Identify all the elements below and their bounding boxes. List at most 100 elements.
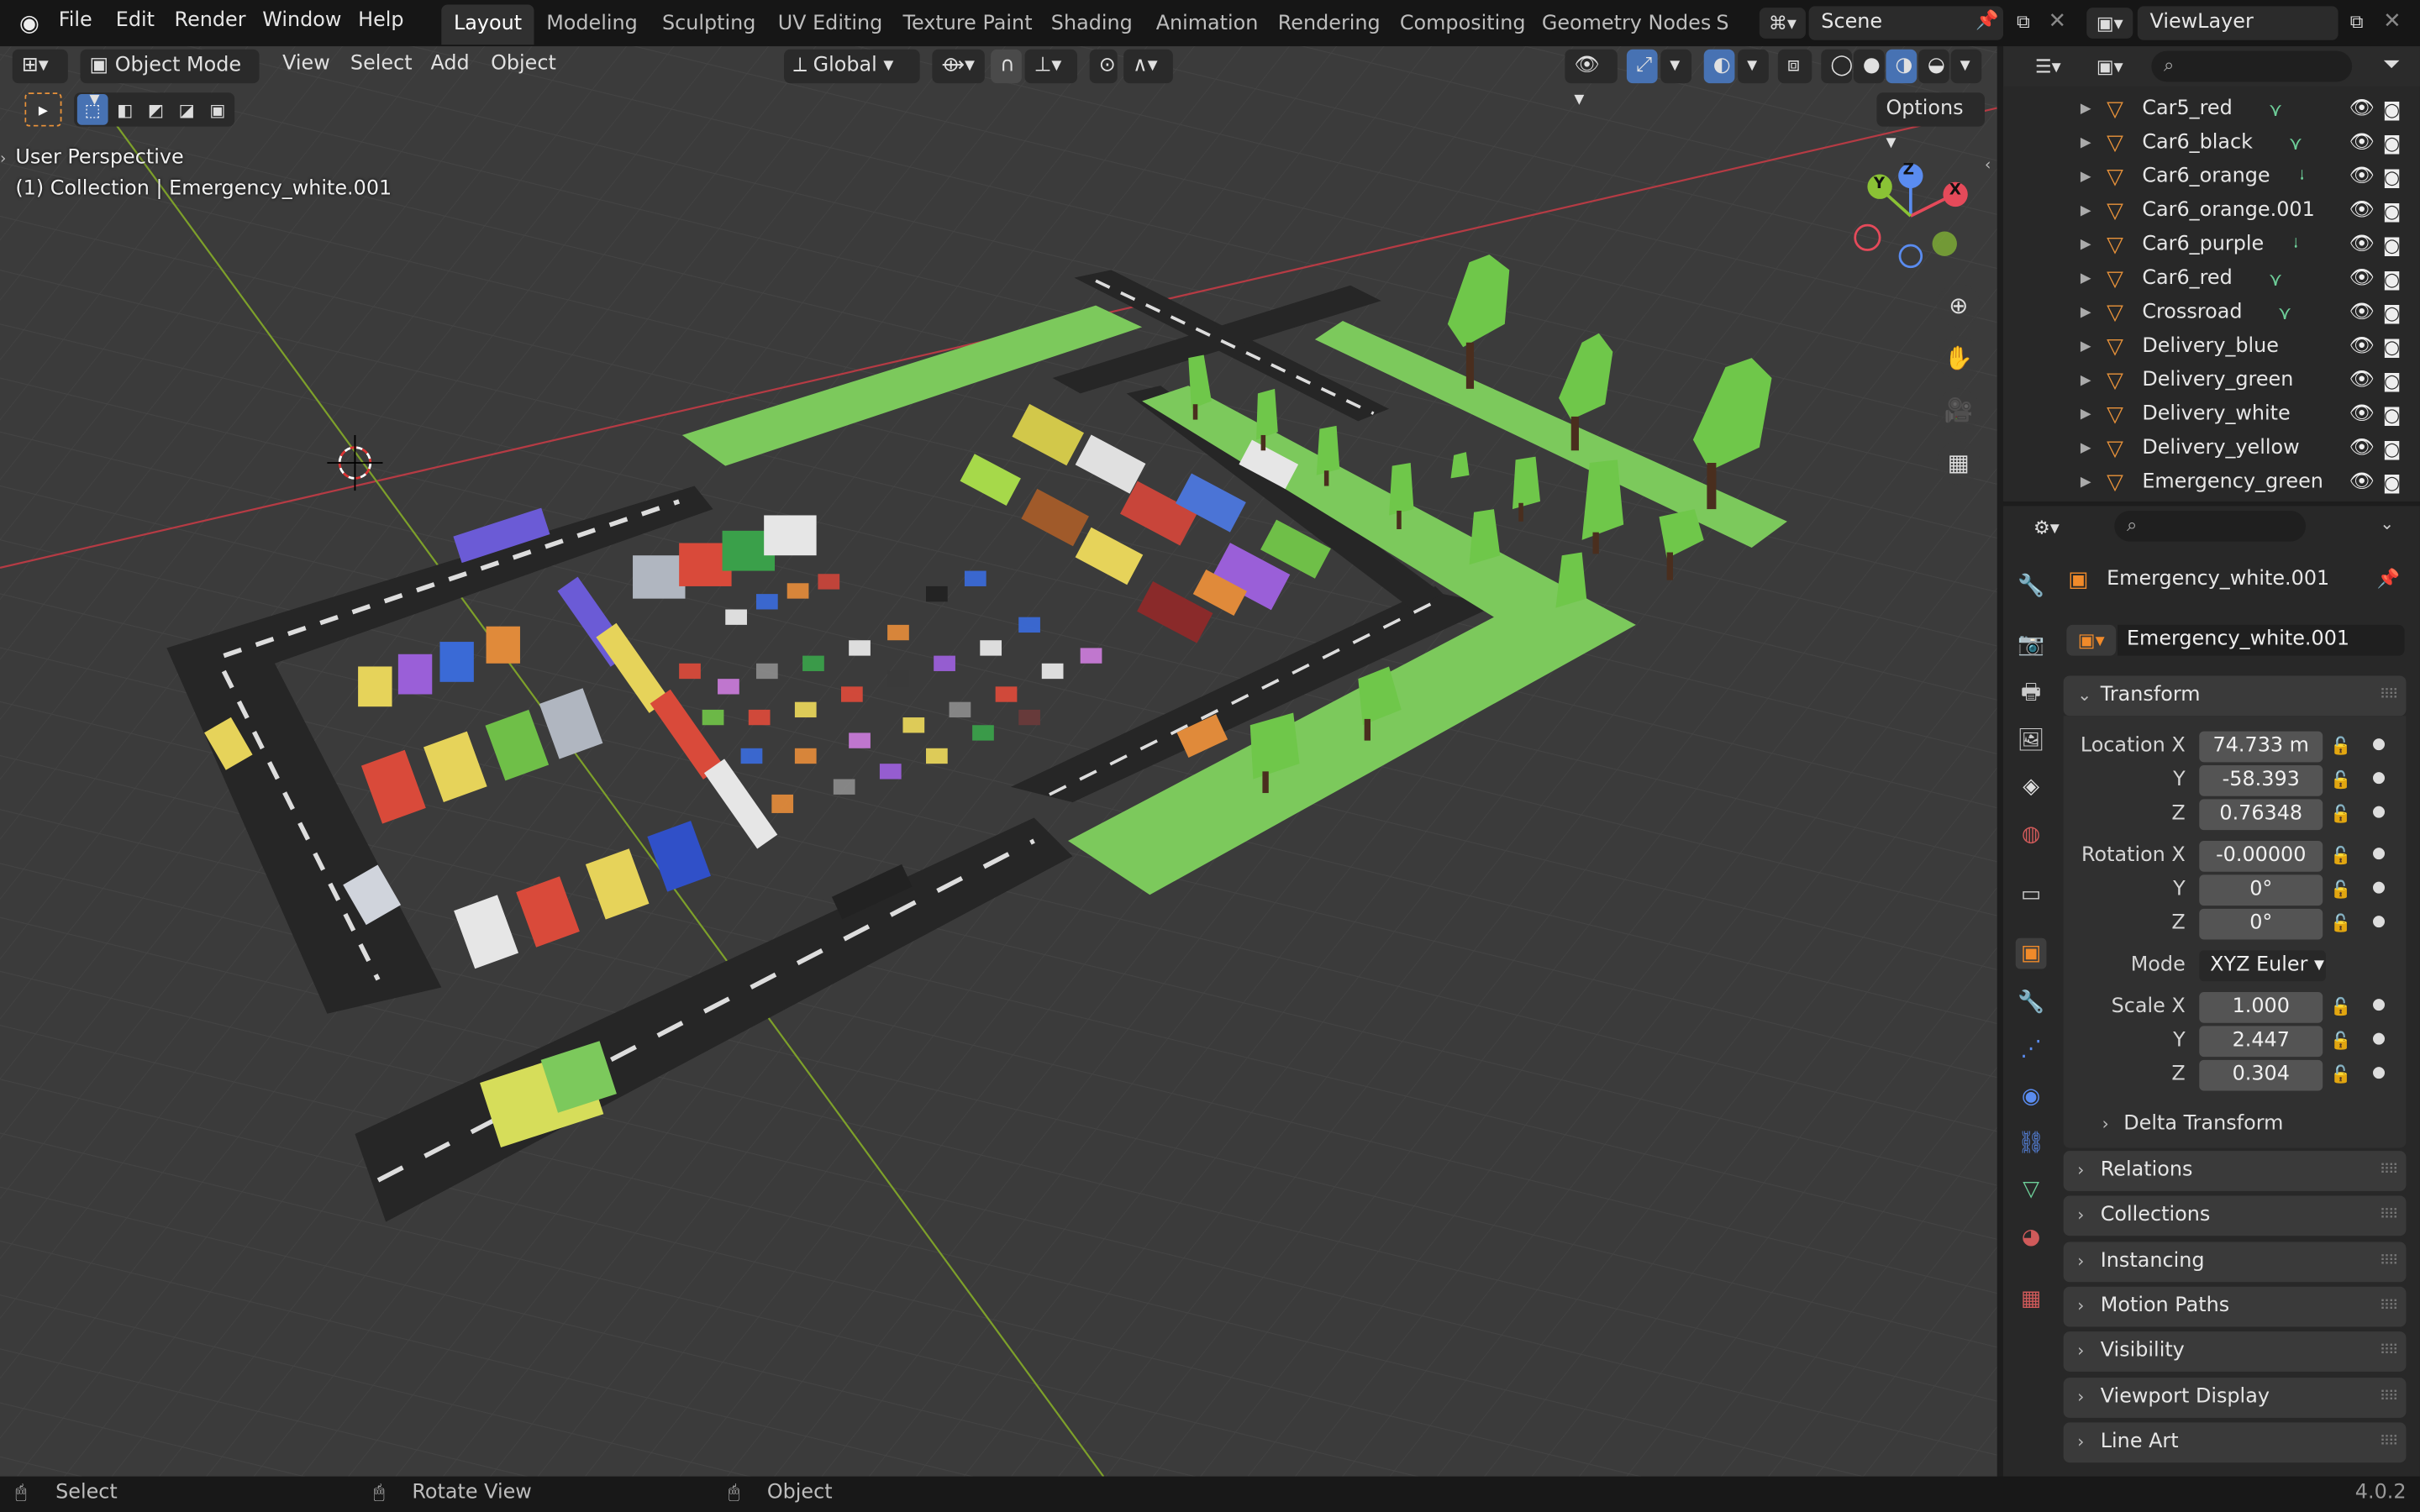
keyframe-dot-icon[interactable]: ● [2372,770,2386,787]
transform-panel-header[interactable]: ⌄ Transform ⠿⠿ [2063,675,2407,717]
outliner-row[interactable]: ▶ ▽ Emergency_green 👁 ◙ [2003,466,2420,497]
outliner-row[interactable]: ▶ ▽ Delivery_yellow 👁 ◙ [2003,432,2420,465]
sidebar-expand-icon[interactable]: ‹ [1985,157,1991,174]
tab-shading[interactable]: Shading [1039,5,1144,45]
new-scene-icon[interactable]: ⧉ [2009,8,2037,35]
outliner-row[interactable]: ▶ ▽ Car6_orange.001 👁 ◙ [2003,194,2420,228]
particles-tab-icon[interactable]: ⋰ [2016,1034,2047,1065]
outliner-row[interactable]: ▶ ▽ Car5_red ⋎ 👁 ◙ [2003,92,2420,126]
zoom-icon[interactable]: ⊕ [1937,283,1981,328]
lock-icon[interactable]: 🔓 [2330,736,2351,756]
expand-arrow-icon[interactable]: ▶ [2081,160,2091,194]
eye-icon[interactable]: 👁 [2349,160,2374,194]
object-tab-icon[interactable]: ▣ [2015,937,2047,969]
tab-animation[interactable]: Animation [1144,5,1270,45]
pan-hand-icon[interactable]: ✋ [1937,336,1981,380]
camera-icon[interactable]: ◙ [2383,127,2401,160]
location-z-field[interactable]: 0.76348 [2199,799,2323,831]
collections-panel-header[interactable]: › Collections ⠿⠿ [2063,1195,2407,1236]
tab-uv-editing[interactable]: UV Editing [765,5,895,45]
data-tab-icon[interactable]: ▽ [2016,1174,2047,1205]
camera-icon[interactable]: ◙ [2383,160,2401,194]
camera-view-icon[interactable]: 🎥 [1937,388,1981,433]
outliner-search-input[interactable]: ⌕ [2151,50,2353,82]
instancing-panel-header[interactable]: › Instancing ⠿⠿ [2063,1242,2407,1283]
scene-field[interactable]: Scene [1808,6,2004,40]
lock-icon[interactable]: 🔓 [2330,879,2351,900]
lock-icon[interactable]: 🔓 [2330,846,2351,866]
visibility-eye-icon[interactable]: 👁▾ [1565,49,1618,111]
camera-icon[interactable]: ◙ [2383,92,2401,126]
material-tab-icon[interactable]: ◕ [2016,1222,2047,1253]
overlays-icon[interactable]: ◐ [1703,49,1735,84]
eye-icon[interactable]: 👁 [2349,466,2374,497]
wireframe-shading-icon[interactable]: ◯ [1821,49,1853,84]
expand-arrow-icon[interactable]: ▶ [2081,466,2091,497]
properties-editor-type-icon[interactable]: ⚙▾ [2022,512,2071,543]
menu-object[interactable]: Object [491,52,556,76]
keyframe-dot-icon[interactable]: ● [2372,1031,2386,1047]
mode-dropdown[interactable]: ▣ Object Mode ▾ [80,49,260,111]
camera-icon[interactable]: ◙ [2383,228,2401,262]
pin-icon[interactable]: 📌 [2377,568,2400,590]
outliner-row[interactable]: ▶ ▽ Delivery_blue 👁 ◙ [2003,330,2420,364]
select-tool-icon[interactable]: ▸ [24,92,62,127]
properties-options-chevron-icon[interactable]: ⌄ [2380,514,2394,534]
expand-arrow-icon[interactable]: ▶ [2081,262,2091,296]
tab-layout[interactable]: Layout [441,4,534,45]
gizmo-toggle-icon[interactable]: ⤢ [1626,49,1658,84]
perspective-grid-icon[interactable]: ▦ [1937,441,1981,485]
select-extend-icon[interactable]: ◧ [109,94,140,125]
rotation-z-field[interactable]: 0° [2199,908,2323,940]
rendered-shading-icon[interactable]: ◒ [1918,49,1949,84]
lock-icon[interactable]: 🔓 [2330,997,2351,1017]
location-y-field[interactable]: -58.393 [2199,765,2323,796]
motion-paths-panel-header[interactable]: › Motion Paths ⠿⠿ [2063,1286,2407,1327]
outliner-editor-type-icon[interactable]: ☰▾ [2025,52,2071,80]
options-dropdown[interactable]: Options ▾ [1876,92,1985,155]
toolbar-expand-icon[interactable]: › [0,151,6,168]
material-shading-icon[interactable]: ◑ [1886,49,1918,84]
eye-icon[interactable]: 👁 [2349,92,2374,126]
select-intersect-icon[interactable]: ▣ [203,94,234,125]
camera-icon[interactable]: ◙ [2383,297,2401,330]
snap-increment-icon[interactable]: ⊥▾ [1024,49,1078,84]
select-subtract-icon[interactable]: ◩ [140,94,171,125]
menu-file[interactable]: File [59,9,92,33]
eye-icon[interactable]: 👁 [2349,330,2374,364]
expand-arrow-icon[interactable]: ▶ [2081,228,2091,262]
physics-tab-icon[interactable]: ◉ [2016,1082,2047,1113]
outliner-row[interactable]: ▶ ▽ Car6_black ⋎ 👁 ◙ [2003,127,2420,160]
expand-arrow-icon[interactable]: ▶ [2081,194,2091,228]
eye-icon[interactable]: 👁 [2349,194,2374,228]
keyframe-dot-icon[interactable]: ● [2372,846,2386,863]
tool-tab-icon[interactable]: 🔧 [2016,571,2047,602]
orientation-dropdown[interactable]: ⟂ Global ▾ [784,49,920,84]
viewlayer-field[interactable]: ViewLayer [2137,6,2338,40]
keyframe-dot-icon[interactable]: ● [2372,997,2386,1014]
eye-icon[interactable]: 👁 [2349,398,2374,432]
snap-magnet-icon[interactable]: ∩ [991,49,1022,84]
output-tab-icon[interactable]: 🖶 [2016,679,2047,710]
tab-sculpting[interactable]: Sculpting [650,5,768,45]
eye-icon[interactable]: 👁 [2349,228,2374,262]
drag-grip-icon[interactable]: ⠿⠿ [2380,1422,2398,1462]
menu-edit[interactable]: Edit [116,9,155,33]
mesh-data-icon[interactable]: ᛍ [2296,160,2307,194]
mesh-data-icon[interactable]: ⋎ [2278,297,2291,330]
camera-icon[interactable]: ◙ [2383,364,2401,397]
scene-tab-icon[interactable]: ◈ [2016,771,2047,802]
shading-dropdown-icon[interactable]: ▾ [1950,49,1982,84]
drag-grip-icon[interactable]: ⠿⠿ [2380,1195,2398,1236]
tab-rendering[interactable]: Rendering [1265,5,1392,45]
3d-viewport[interactable]: Z X Y ⊕ ✋ 🎥 ▦ User Perspective (1) Colle… [0,46,1997,1477]
viewlayer-browse-icon[interactable]: ▣▾ [2086,8,2133,39]
select-invert-icon[interactable]: ◪ [171,94,203,125]
xray-icon[interactable]: ⧈ [1777,49,1812,84]
scale-y-field[interactable]: 2.447 [2199,1026,2323,1058]
camera-icon[interactable]: ◙ [2383,330,2401,364]
outliner-row[interactable]: ▶ ▽ Car6_red ⋎ 👁 ◙ [2003,262,2420,296]
camera-icon[interactable]: ◙ [2383,194,2401,228]
tab-modeling[interactable]: Modeling [534,5,650,45]
menu-help[interactable]: Help [358,9,403,33]
